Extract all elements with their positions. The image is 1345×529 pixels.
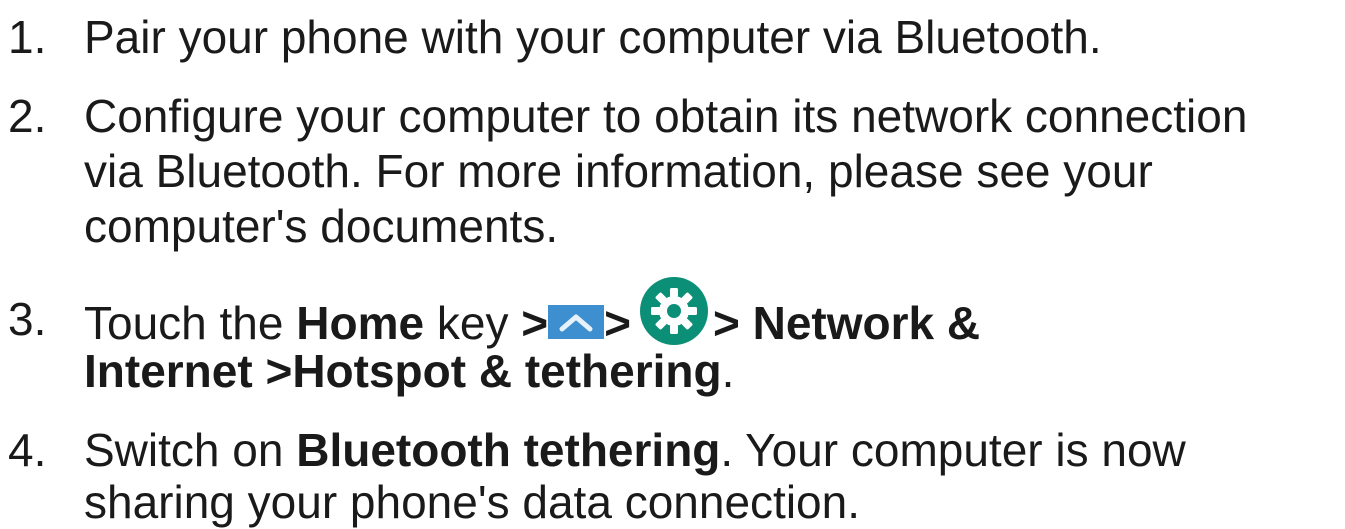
step-text-switch: Switch on xyxy=(84,424,297,476)
step-line: Pair your phone with your computer via B… xyxy=(84,11,1102,63)
sentence-end: . xyxy=(721,345,735,397)
step-text: Touch the Home key > > > Network & Interne… xyxy=(84,277,1344,397)
step-line: computer's documents. xyxy=(84,200,559,252)
step-text-rest: . Your computer is now xyxy=(720,424,1186,476)
step-line: Touch the Home key > > > Network & xyxy=(84,277,1344,349)
step-text: Pair your phone with your computer via B… xyxy=(84,10,1344,64)
step-text: Configure your computer to obtain its ne… xyxy=(84,89,1344,254)
step-text-touch: Touch the xyxy=(84,297,297,350)
home-key-label: Home xyxy=(296,297,425,350)
step-line: via Bluetooth. For more information, ple… xyxy=(84,145,1153,197)
step-line: Configure your computer to obtain its ne… xyxy=(84,90,1248,142)
step-text-key: key xyxy=(424,297,522,350)
settings-gear-icon xyxy=(639,276,709,346)
step-number: 2. xyxy=(8,90,47,142)
step-number: 3. xyxy=(8,293,47,345)
step-number: 4. xyxy=(8,424,47,476)
step-line: Internet >Hotspot & tethering. xyxy=(84,344,1344,397)
instruction-list: 1. Pair your phone with your computer vi… xyxy=(0,0,1345,529)
nav-path-end: Internet >Hotspot & tethering xyxy=(84,345,722,397)
path-separator: > xyxy=(604,297,631,350)
step-line: Switch on Bluetooth tethering. Your comp… xyxy=(84,423,1344,476)
step-line: sharing your phone's data connection. xyxy=(84,476,860,528)
bluetooth-tethering-label: Bluetooth tethering xyxy=(296,424,721,476)
step-text: Switch on Bluetooth tethering. Your comp… xyxy=(84,423,1344,528)
path-separator: > xyxy=(521,297,549,350)
nav-path-start: > Network & xyxy=(712,297,981,350)
chevron-up-icon xyxy=(548,305,605,339)
step-number: 1. xyxy=(8,11,47,63)
